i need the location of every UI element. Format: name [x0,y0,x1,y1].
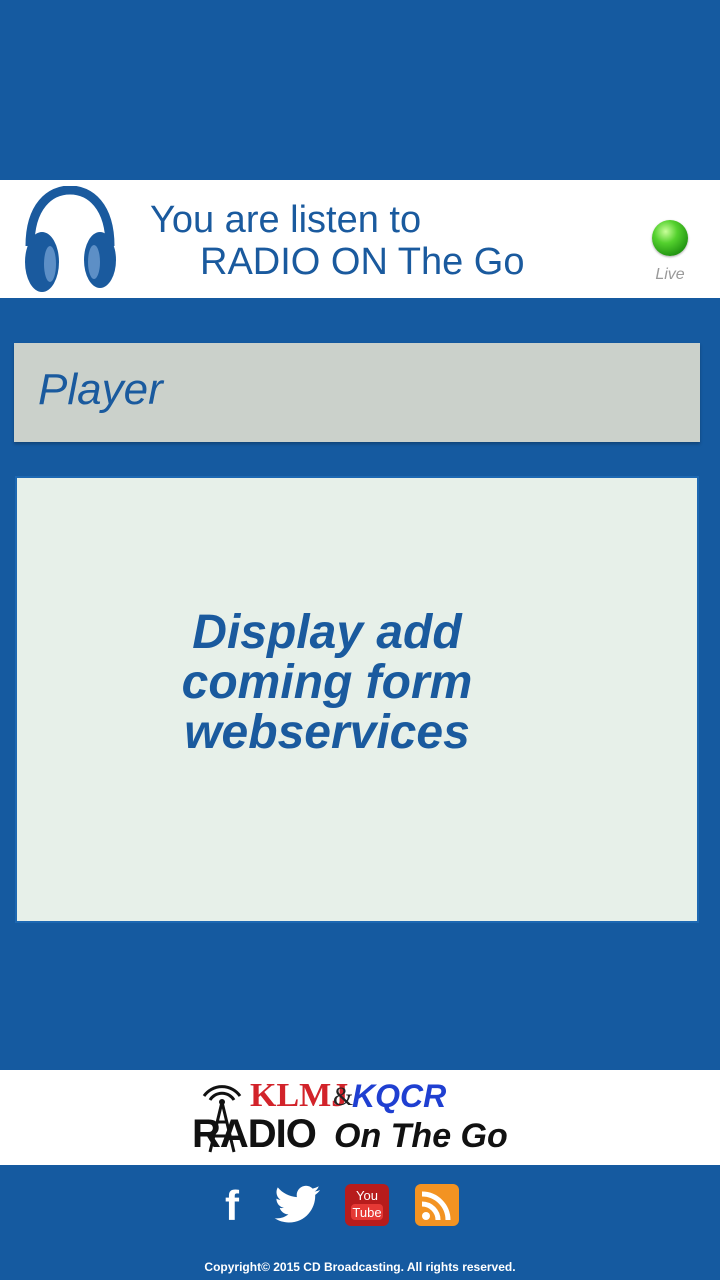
live-status-indicator [652,220,688,256]
ad-line-3: webservices [184,706,470,759]
logo-ampersand: & [333,1082,354,1111]
ad-line-2: coming form [181,656,473,709]
logo-kqcr: KQCR [352,1078,447,1114]
footer-logo-bar: KLMJ & KQCR RADIO On The Go [0,1070,720,1165]
listening-label: You are listen to [150,199,422,241]
svg-text:f: f [225,1182,240,1228]
player-section-header[interactable]: Player [14,343,700,442]
ad-line-1: Display add [192,606,462,659]
station-logo: KLMJ & KQCR RADIO On The Go [192,1078,508,1160]
copyright-text: Copyright© 2015 CD Broadcasting. All rig… [204,1260,516,1274]
youtube-icon[interactable]: You Tube [343,1182,391,1228]
social-links: f You Tube [0,1182,720,1230]
headphones-icon [25,186,116,292]
station-name: RADIO ON The Go [200,241,525,283]
player-title: Player [38,365,163,414]
svg-text:Tube: Tube [352,1205,381,1220]
live-status-label: Live [655,266,685,283]
ad-panel[interactable]: Display add coming form webservices [17,478,697,921]
logo-tagline: On The Go [334,1117,508,1155]
logo-radio: RADIO [192,1112,317,1156]
rss-icon[interactable] [413,1182,461,1228]
svg-text:You: You [356,1188,378,1203]
ad-placeholder-text: Display add coming form webservices [147,608,507,758]
now-playing-banner: You are listen to RADIO ON The Go Live [0,180,720,298]
facebook-icon[interactable]: f [208,1182,256,1229]
twitter-icon[interactable] [274,1182,322,1228]
